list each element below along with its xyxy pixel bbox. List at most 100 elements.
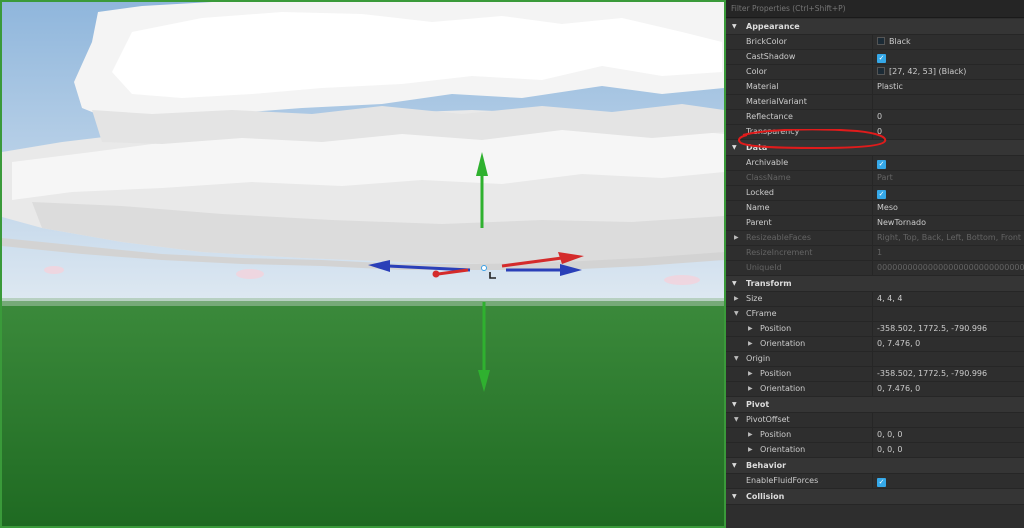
section-data[interactable]: ▼ Data <box>726 140 1024 156</box>
property-row-archivable[interactable]: Archivable ✓ <box>726 156 1024 171</box>
property-row-classname[interactable]: ClassName Part <box>726 171 1024 186</box>
section-title: Appearance <box>746 22 800 31</box>
property-value[interactable]: Meso <box>872 201 1024 215</box>
property-row-resizeincrement[interactable]: ResizeIncrement 1 <box>726 246 1024 261</box>
filter-bar <box>726 0 1024 18</box>
property-value[interactable]: ✓ <box>872 50 1024 64</box>
section-collision[interactable]: ▼ Collision <box>726 489 1024 505</box>
property-value[interactable]: 0, 7.476, 0 <box>872 337 1024 351</box>
property-row-origin[interactable]: ▼ Origin <box>726 352 1024 367</box>
property-value-text: 0 <box>877 127 883 136</box>
property-value[interactable]: 1 <box>872 246 1024 260</box>
property-value[interactable]: 0, 0, 0 <box>872 443 1024 457</box>
property-row-orientation[interactable]: ▶ Orientation 0, 0, 0 <box>726 443 1024 458</box>
collapse-triangle-icon[interactable]: ▼ <box>732 276 737 291</box>
property-row-material[interactable]: Material Plastic <box>726 80 1024 95</box>
property-row-uniqueid[interactable]: UniqueId 00000000000000000000000000000000 <box>726 261 1024 276</box>
gizmo-center[interactable] <box>481 265 487 271</box>
property-value[interactable]: Right, Top, Back, Left, Bottom, Front <box>872 231 1024 245</box>
section-appearance[interactable]: ▼ Appearance <box>726 19 1024 35</box>
collapse-triangle-icon[interactable]: ▼ <box>732 397 737 412</box>
color-swatch[interactable] <box>877 37 885 45</box>
property-value[interactable]: 0, 0, 0 <box>872 428 1024 442</box>
property-row-castshadow[interactable]: CastShadow ✓ <box>726 50 1024 65</box>
checkbox-checked-icon[interactable]: ✓ <box>877 54 886 63</box>
section-pivot[interactable]: ▼ Pivot <box>726 397 1024 413</box>
property-row-position[interactable]: ▶ Position 0, 0, 0 <box>726 428 1024 443</box>
property-value[interactable]: 00000000000000000000000000000000 <box>872 261 1024 275</box>
property-row-locked[interactable]: Locked ✓ <box>726 186 1024 201</box>
property-row-transparency[interactable]: Transparency 0 <box>726 125 1024 140</box>
section-behavior[interactable]: ▼ Behavior <box>726 458 1024 474</box>
expand-triangle-icon[interactable]: ▶ <box>748 382 756 396</box>
property-name: Reflectance <box>746 112 793 121</box>
expand-triangle-icon[interactable]: ▶ <box>734 231 742 245</box>
collapse-triangle-icon[interactable]: ▼ <box>732 458 737 473</box>
property-value-text: -358.502, 1772.5, -790.996 <box>877 369 988 378</box>
property-row-parent[interactable]: Parent NewTornado <box>726 216 1024 231</box>
expand-triangle-icon[interactable]: ▶ <box>748 428 756 442</box>
property-row-pivotoffset[interactable]: ▼ PivotOffset <box>726 413 1024 428</box>
property-name: Name <box>746 203 770 212</box>
viewport-scene[interactable] <box>2 2 724 526</box>
property-row-size[interactable]: ▶ Size 4, 4, 4 <box>726 292 1024 307</box>
property-value[interactable]: 0 <box>872 110 1024 124</box>
checkbox-checked-icon[interactable]: ✓ <box>877 478 886 487</box>
property-value-text: Plastic <box>877 82 903 91</box>
property-name: EnableFluidForces <box>746 476 819 485</box>
property-value[interactable]: [27, 42, 53] (Black) <box>872 65 1024 79</box>
property-row-position[interactable]: ▶ Position -358.502, 1772.5, -790.996 <box>726 367 1024 382</box>
expanded-triangle-icon[interactable]: ▼ <box>734 413 742 427</box>
property-value[interactable]: 4, 4, 4 <box>872 292 1024 306</box>
property-row-materialvariant[interactable]: MaterialVariant <box>726 95 1024 110</box>
property-name: Orientation <box>760 445 806 454</box>
expand-triangle-icon[interactable]: ▶ <box>748 337 756 351</box>
property-row-cframe[interactable]: ▼ CFrame <box>726 307 1024 322</box>
property-value[interactable]: ✓ <box>872 156 1024 170</box>
property-value[interactable] <box>872 307 1024 321</box>
property-value[interactable]: ✓ <box>872 474 1024 488</box>
property-row-resizeablefaces[interactable]: ▶ ResizeableFaces Right, Top, Back, Left, … <box>726 231 1024 246</box>
property-value[interactable]: Plastic <box>872 80 1024 94</box>
property-name: Archivable <box>746 158 789 167</box>
property-value[interactable]: ✓ <box>872 186 1024 200</box>
property-value[interactable]: -358.502, 1772.5, -790.996 <box>872 367 1024 381</box>
collapse-triangle-icon[interactable]: ▼ <box>732 489 737 504</box>
property-value[interactable]: NewTornado <box>872 216 1024 230</box>
property-value-text: 0 <box>877 112 883 121</box>
checkbox-checked-icon[interactable]: ✓ <box>877 160 886 169</box>
meso-cloud[interactable] <box>2 2 724 270</box>
property-name: Locked <box>746 188 774 197</box>
expanded-triangle-icon[interactable]: ▼ <box>734 307 742 321</box>
property-row-reflectance[interactable]: Reflectance 0 <box>726 110 1024 125</box>
property-row-name[interactable]: Name Meso <box>726 201 1024 216</box>
property-row-color[interactable]: Color [27, 42, 53] (Black) <box>726 65 1024 80</box>
property-value[interactable]: -358.502, 1772.5, -790.996 <box>872 322 1024 336</box>
section-transform[interactable]: ▼ Transform <box>726 276 1024 292</box>
property-row-orientation[interactable]: ▶ Orientation 0, 7.476, 0 <box>726 382 1024 397</box>
property-value[interactable] <box>872 352 1024 366</box>
viewport-3d[interactable] <box>0 0 726 528</box>
collapse-triangle-icon[interactable]: ▼ <box>732 19 737 34</box>
property-name: Position <box>760 430 792 439</box>
expand-triangle-icon[interactable]: ▶ <box>734 292 742 306</box>
expanded-triangle-icon[interactable]: ▼ <box>734 352 742 366</box>
property-value[interactable] <box>872 95 1024 109</box>
property-row-brickcolor[interactable]: BrickColor Black <box>726 35 1024 50</box>
checkbox-checked-icon[interactable]: ✓ <box>877 190 886 199</box>
property-value[interactable]: 0 <box>872 125 1024 139</box>
property-row-position[interactable]: ▶ Position -358.502, 1772.5, -790.996 <box>726 322 1024 337</box>
filter-properties-input[interactable] <box>728 2 1023 15</box>
gizmo-x-left-knob[interactable] <box>432 270 440 278</box>
expand-triangle-icon[interactable]: ▶ <box>748 322 756 336</box>
property-row-orientation[interactable]: ▶ Orientation 0, 7.476, 0 <box>726 337 1024 352</box>
expand-triangle-icon[interactable]: ▶ <box>748 367 756 381</box>
property-value[interactable]: Part <box>872 171 1024 185</box>
property-value[interactable]: Black <box>872 35 1024 49</box>
color-swatch[interactable] <box>877 67 885 75</box>
expand-triangle-icon[interactable]: ▶ <box>748 443 756 457</box>
collapse-triangle-icon[interactable]: ▼ <box>732 140 737 155</box>
property-row-enablefluidforces[interactable]: EnableFluidForces ✓ <box>726 474 1024 489</box>
property-value[interactable] <box>872 413 1024 427</box>
property-value[interactable]: 0, 7.476, 0 <box>872 382 1024 396</box>
